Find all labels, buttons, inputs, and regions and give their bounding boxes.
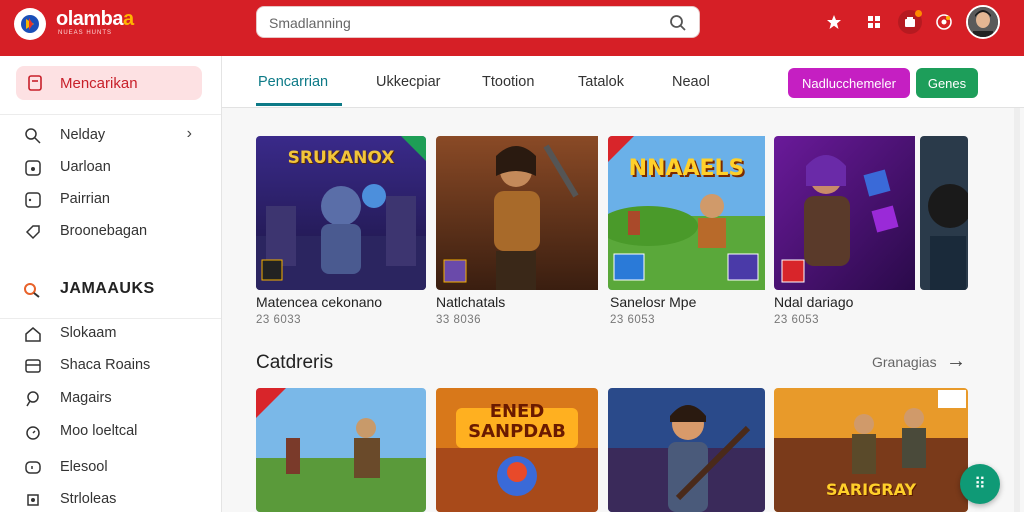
- tag-icon: [25, 225, 40, 240]
- game-card[interactable]: [920, 136, 968, 290]
- tab-neaol[interactable]: Neaol: [672, 74, 710, 90]
- primary-button[interactable]: Nadlucchemeler: [788, 68, 910, 98]
- sidebar-item-elesool[interactable]: Elesool: [20, 456, 210, 480]
- sidebar-item-label: Mencarikan: [60, 75, 138, 92]
- brand-name: olambaa: [56, 8, 134, 30]
- notification-dot: [915, 10, 922, 17]
- game-thumbnail: [920, 136, 968, 290]
- divider: [0, 318, 221, 319]
- pin-icon: [26, 391, 39, 407]
- sidebar-item-broonebagan[interactable]: Broonebagan: [20, 220, 210, 244]
- active-tab-indicator: [256, 103, 342, 106]
- game-title: Sanelosr Mpe: [610, 294, 697, 310]
- game-thumbnail: [436, 136, 598, 290]
- search-value: Smadlanning: [269, 15, 351, 31]
- sidebar-item-label: Moo loeltcal: [60, 423, 138, 439]
- sidebar-item-moo-loeltcal[interactable]: Moo loeltcal: [20, 420, 210, 444]
- chevron-right-icon: ›: [186, 125, 192, 142]
- sidebar-item-shaca-roains[interactable]: Shaca Roains: [20, 354, 210, 378]
- sidebar: Mencarikan Nelday › Uarloan Pairrian Bro…: [0, 56, 222, 512]
- game-card[interactable]: SRUKANOX: [256, 136, 426, 290]
- sidebar-item-pairrian[interactable]: Pairrian: [20, 188, 210, 212]
- sidebar-item-active[interactable]: Mencarikan: [16, 66, 202, 100]
- timer-icon: [26, 426, 40, 440]
- scrollbar[interactable]: [1014, 108, 1020, 512]
- logo[interactable]: [14, 8, 46, 40]
- search-input[interactable]: Smadlanning: [256, 6, 700, 38]
- sidebar-item-label: Elesool: [60, 459, 108, 475]
- game-title: Matencea cekonano: [256, 294, 383, 310]
- tab-pencarrian[interactable]: Pencarrian: [258, 74, 328, 90]
- notification-icon[interactable]: [898, 10, 922, 34]
- secondary-button[interactable]: Genes: [916, 68, 978, 98]
- sidebar-item-slokaam[interactable]: Slokaam: [20, 322, 210, 346]
- main-content: SRUKANOX Matencea cekonano 23 6033 Natlc…: [222, 108, 1024, 512]
- game-meta: 23 6053: [774, 314, 820, 326]
- game-meta: 23 6033: [256, 314, 302, 326]
- sidebar-item-label: Strloleas: [60, 491, 117, 507]
- arrow-right-icon[interactable]: →: [946, 350, 966, 373]
- game-thumbnail: [608, 388, 765, 512]
- search-orange-icon: [24, 283, 40, 298]
- game-card[interactable]: [608, 388, 765, 512]
- game-card[interactable]: NNAAELS: [608, 136, 778, 290]
- clock-icon: [25, 160, 41, 176]
- sidebar-item-magairs[interactable]: Magairs: [20, 387, 210, 411]
- home-icon: [25, 327, 41, 342]
- game-title: Natlchatals: [436, 294, 506, 310]
- bookmark-icon: [28, 75, 42, 91]
- chat-icon: [25, 461, 41, 474]
- game-title: Ndal dariago: [774, 294, 854, 310]
- game-card[interactable]: SARIGRAY: [774, 388, 968, 512]
- game-art-title: SRUKANOX: [287, 148, 395, 168]
- square-icon: [25, 192, 41, 208]
- game-meta: 33 8036: [436, 314, 482, 326]
- sidebar-item-strloleas[interactable]: Strloleas: [20, 488, 210, 512]
- tab-tatalok[interactable]: Tatalok: [578, 74, 624, 90]
- game-art-title: NNAAELS: [628, 156, 745, 181]
- logo-icon: [21, 15, 39, 33]
- gear-icon: [27, 494, 39, 506]
- game-meta: 23 6053: [610, 314, 656, 326]
- list-icon: [25, 359, 41, 373]
- sidebar-item-label: Magairs: [60, 390, 112, 406]
- sidebar-item-label: Slokaam: [60, 325, 117, 341]
- tab-ukkecpiar[interactable]: Ukkecpiar: [376, 74, 440, 90]
- sidebar-item-nelday[interactable]: Nelday ›: [20, 124, 210, 148]
- section-title: Catdreris: [256, 352, 334, 373]
- avatar[interactable]: [966, 5, 1000, 39]
- sidebar-item-label: Uarloan: [60, 159, 111, 175]
- section-label: JAMAAUKS: [60, 280, 155, 297]
- settings-icon[interactable]: [934, 12, 954, 32]
- game-card[interactable]: ENED SANPDAB: [436, 388, 598, 512]
- brand-tagline: NUEAS HUNTS: [58, 30, 113, 36]
- sidebar-item-label: Nelday: [60, 127, 106, 143]
- sidebar-item-uarloan[interactable]: Uarloan: [20, 156, 210, 180]
- game-thumbnail: [774, 136, 915, 290]
- game-card[interactable]: [256, 388, 426, 512]
- sidebar-item-label: Broonebagan: [60, 223, 148, 239]
- sidebar-section-header: JAMAAUKS: [20, 278, 210, 302]
- sidebar-item-label: Shaca Roains: [60, 357, 151, 373]
- game-card[interactable]: [436, 136, 606, 290]
- top-bar: olambaa NUEAS HUNTS Smadlanning: [0, 0, 1024, 56]
- apps-icon[interactable]: ⠿: [960, 464, 1000, 504]
- tab-ttootion[interactable]: Ttootion: [482, 74, 534, 90]
- grid-icon[interactable]: [864, 12, 884, 32]
- game-art-title: SARIGRAY: [825, 480, 917, 499]
- game-art-title: ENED SANPDAB: [468, 401, 566, 442]
- search-icon[interactable]: [669, 14, 687, 32]
- search-person-icon: [25, 128, 41, 144]
- see-all-link[interactable]: Granagias: [872, 354, 937, 370]
- divider: [0, 114, 221, 115]
- star-icon[interactable]: [824, 12, 844, 32]
- game-card[interactable]: [774, 136, 944, 290]
- tab-bar: Pencarrian Ukkecpiar Ttootion Tatalok Ne…: [222, 56, 1024, 108]
- sidebar-item-label: Pairrian: [60, 191, 110, 207]
- game-thumbnail: [256, 388, 426, 512]
